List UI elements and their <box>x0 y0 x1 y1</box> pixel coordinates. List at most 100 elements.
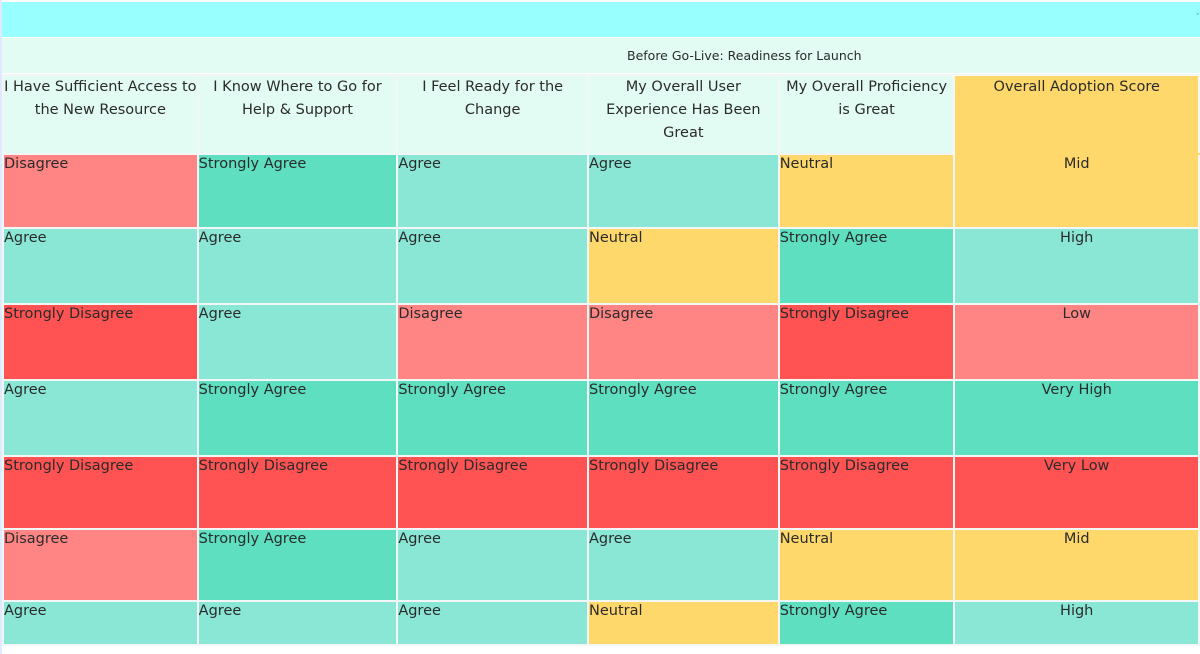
cell-value: Disagree <box>4 531 69 547</box>
cell-adoption-score[interactable]: Mid <box>953 528 1200 602</box>
cell-value: Strongly Disagree <box>398 458 528 474</box>
cell-ready-for-change[interactable]: Strongly Disagree <box>396 455 589 530</box>
cell-value: Strongly Agree <box>398 382 506 398</box>
table-row: Strongly Disagree Strongly Disagree Strong… <box>2 455 1200 530</box>
cell-value: Strongly Agree <box>198 531 307 547</box>
cell-value: Disagree <box>398 306 463 322</box>
cell-ready-for-change[interactable]: Strongly Agree <box>396 379 589 457</box>
cell-value: Agree <box>198 603 242 619</box>
cell-help-support[interactable]: Strongly Agree <box>196 379 399 457</box>
top-toolbar: ˅ <box>2 2 1200 37</box>
table-row: Disagree Strongly Agree Agree Agree Neutral M… <box>2 528 1200 602</box>
cell-value: Low <box>1062 306 1091 322</box>
cell-ready-for-change[interactable]: Disagree <box>396 303 589 381</box>
cell-value: Strongly Disagree <box>4 306 134 322</box>
cell-help-support[interactable]: Agree <box>196 227 399 305</box>
cell-user-experience[interactable]: Agree <box>586 153 780 229</box>
cell-value: Very Low <box>1044 458 1110 474</box>
cell-value: Agree <box>198 230 242 246</box>
cell-access[interactable]: Strongly Disagree <box>2 455 199 530</box>
cell-access[interactable]: Strongly Disagree <box>2 303 199 381</box>
cell-user-experience[interactable]: Neutral <box>586 600 780 646</box>
cell-value: Strongly Disagree <box>4 458 134 474</box>
cell-value: Agree <box>398 531 441 547</box>
cell-proficiency[interactable]: Neutral <box>777 528 956 602</box>
cell-access[interactable]: Disagree <box>2 153 199 229</box>
cell-value: Disagree <box>588 306 654 322</box>
cell-ready-for-change[interactable]: Agree <box>396 227 589 305</box>
cell-value: Agree <box>4 603 47 619</box>
cell-value: Strongly Disagree <box>198 458 329 474</box>
cell-value: Neutral <box>588 603 643 619</box>
column-header-access[interactable]: I Have Sufficient Access to the New Reso… <box>2 74 199 155</box>
cell-access[interactable]: Disagree <box>2 528 199 602</box>
cell-help-support[interactable]: Agree <box>196 600 399 646</box>
adoption-matrix-table: I Have Sufficient Access to the New Reso… <box>2 74 1200 646</box>
cell-access[interactable]: Agree <box>2 227 199 305</box>
cell-help-support[interactable]: Agree <box>196 303 399 381</box>
cell-adoption-score[interactable]: High <box>953 600 1200 646</box>
cell-value: Neutral <box>779 531 834 547</box>
cell-value: Mid <box>1063 531 1090 547</box>
cell-help-support[interactable]: Strongly Agree <box>196 153 399 229</box>
cell-ready-for-change[interactable]: Agree <box>396 528 589 602</box>
header-row: I Have Sufficient Access to the New Reso… <box>2 74 1200 155</box>
table-row: Agree Agree Agree Neutral Strongly Agree High <box>2 600 1200 646</box>
cell-proficiency[interactable]: Neutral <box>777 153 956 229</box>
column-header-user-experience[interactable]: My Overall User Experience Has Been Grea… <box>586 74 780 155</box>
cell-adoption-score[interactable]: High <box>953 227 1200 305</box>
cell-proficiency[interactable]: Strongly Agree <box>777 379 956 457</box>
cell-access[interactable]: Agree <box>2 600 199 646</box>
section-title-row: Before Go-Live: Readiness for Launch <box>2 38 1200 73</box>
cell-proficiency[interactable]: Strongly Agree <box>777 600 956 646</box>
cell-value: Very High <box>1041 382 1112 398</box>
cell-ready-for-change[interactable]: Agree <box>396 600 589 646</box>
cell-value: Strongly Agree <box>588 382 697 398</box>
cell-help-support[interactable]: Strongly Agree <box>196 528 399 602</box>
cell-help-support[interactable]: Strongly Disagree <box>196 455 399 530</box>
cell-adoption-score[interactable]: Mid <box>953 153 1200 229</box>
cell-user-experience[interactable]: Agree <box>586 528 780 602</box>
table-row: Strongly Disagree Agree Disagree Disagree St… <box>2 303 1200 381</box>
column-header-ready-for-change[interactable]: I Feel Ready for the Change <box>396 74 589 155</box>
cell-value: Disagree <box>4 156 69 172</box>
cell-proficiency[interactable]: Strongly Agree <box>777 227 956 305</box>
cell-value: Strongly Agree <box>779 603 888 619</box>
cell-user-experience[interactable]: Neutral <box>586 227 780 305</box>
table-row: Disagree Strongly Agree Agree Agree Neutral M… <box>2 153 1200 229</box>
cell-access[interactable]: Agree <box>2 379 199 457</box>
column-header-adoption-score[interactable]: Overall Adoption Score <box>953 74 1200 155</box>
cell-value: High <box>1060 603 1094 619</box>
section-title: Before Go-Live: Readiness for Launch <box>627 48 862 63</box>
cell-value: Mid <box>1063 156 1090 172</box>
cell-value: Agree <box>398 230 441 246</box>
table-row: Agree Agree Agree Neutral Strongly Agree High <box>2 227 1200 305</box>
cell-value: Agree <box>4 230 47 246</box>
cell-value: Agree <box>588 531 632 547</box>
cell-value: Neutral <box>588 230 643 246</box>
cell-value: Agree <box>198 306 242 322</box>
column-header-help-support[interactable]: I Know Where to Go for Help & Support <box>196 74 399 155</box>
cell-user-experience[interactable]: Strongly Disagree <box>586 455 780 530</box>
cell-value: Strongly Disagree <box>779 306 910 322</box>
cell-ready-for-change[interactable]: Agree <box>396 153 589 229</box>
cell-value: Strongly Agree <box>779 382 888 398</box>
cell-adoption-score[interactable]: Low <box>953 303 1200 381</box>
cell-user-experience[interactable]: Strongly Agree <box>586 379 780 457</box>
cell-value: High <box>1060 230 1094 246</box>
cell-value: Strongly Agree <box>779 230 888 246</box>
table-row: Agree Strongly Agree Strongly Agree Strongl… <box>2 379 1200 457</box>
cell-value: Agree <box>398 156 441 172</box>
cell-value: Strongly Disagree <box>779 458 910 474</box>
cell-proficiency[interactable]: Strongly Disagree <box>777 303 956 381</box>
cell-user-experience[interactable]: Disagree <box>586 303 780 381</box>
column-header-proficiency[interactable]: My Overall Proficiency is Great <box>777 74 956 155</box>
cell-value: Neutral <box>779 156 834 172</box>
cell-proficiency[interactable]: Strongly Disagree <box>777 455 956 530</box>
cell-value: Agree <box>588 156 632 172</box>
cell-adoption-score[interactable]: Very High <box>953 379 1200 457</box>
chevron-down-icon[interactable]: ˅ <box>1196 13 1200 23</box>
cell-adoption-score[interactable]: Very Low <box>953 455 1200 530</box>
cell-value: Agree <box>4 382 47 398</box>
cell-value: Strongly Agree <box>198 382 307 398</box>
